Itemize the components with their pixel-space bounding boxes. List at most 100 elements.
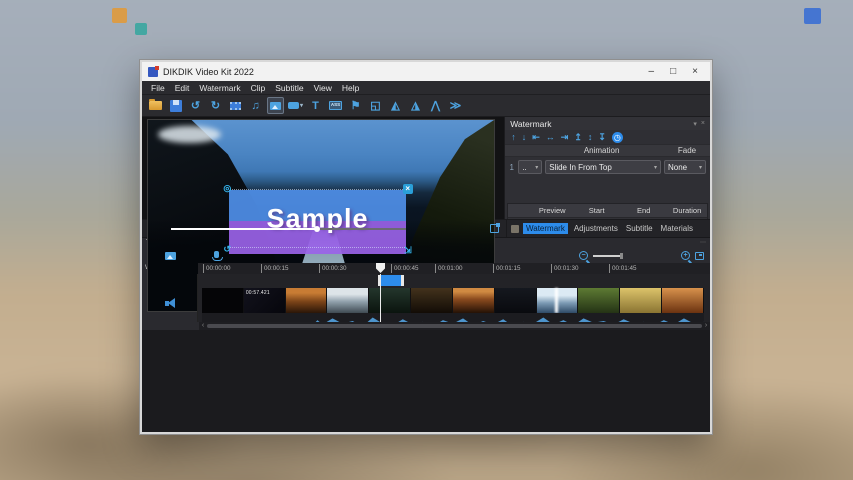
scene-snowcap	[158, 125, 221, 143]
tab-materials[interactable]: Materials	[659, 223, 695, 234]
anchor-handle-icon[interactable]: ◎	[223, 183, 231, 193]
panel-menu-icon[interactable]: ▾	[693, 120, 697, 128]
timeline-ruler[interactable]: 00:00:00 00:00:15 00:00:30 00:00:45 00:0…	[198, 263, 710, 274]
save-button[interactable]	[167, 97, 184, 114]
tab-adjustments[interactable]: Adjustments	[572, 223, 620, 234]
desktop-icon-teal[interactable]	[135, 23, 147, 35]
align-center-icon[interactable]: ↔	[546, 132, 555, 142]
rotate-right-button[interactable]: ◮	[407, 97, 424, 114]
menu-subtitle[interactable]: Subtitle	[270, 83, 308, 93]
transform-button[interactable]: ≫	[447, 97, 464, 114]
align-left-icon[interactable]: ⇤	[532, 132, 540, 143]
ruler-tick: 00:01:30	[551, 264, 579, 273]
timeline-tracks[interactable]: 00:57.421	[198, 274, 710, 322]
status-bar	[142, 330, 710, 432]
video-track[interactable]: 00:57.421	[202, 288, 704, 313]
chevron-down-icon: ▾	[698, 164, 702, 171]
playhead-marker[interactable]	[376, 263, 385, 273]
chevron-down-icon: ▾	[299, 103, 303, 109]
watermark-clip[interactable]	[378, 275, 404, 286]
menu-bar: File Edit Watermark Clip Subtitle View H…	[142, 81, 710, 95]
tab-watermark[interactable]: Watermark	[523, 223, 568, 234]
film-icon	[230, 101, 241, 110]
resize-handle-icon[interactable]: ⇲	[404, 245, 412, 255]
speaker-icon[interactable]	[164, 298, 178, 309]
add-image-button[interactable]	[165, 251, 176, 260]
desktop-icon-orange[interactable]	[112, 8, 127, 23]
video-thumbnail	[202, 288, 244, 313]
image-icon	[165, 251, 176, 260]
minimize-button[interactable]: –	[649, 62, 655, 81]
menu-view[interactable]: View	[309, 83, 337, 93]
panel-close-icon[interactable]: ×	[701, 120, 705, 128]
align-middle-icon[interactable]: ↕	[588, 132, 593, 142]
menu-edit[interactable]: Edit	[170, 83, 195, 93]
app-icon	[148, 65, 159, 77]
video-thumbnail	[494, 288, 537, 313]
redo-button[interactable]: ↻	[207, 97, 224, 114]
video-thumbnail	[369, 288, 412, 313]
scroll-right-icon[interactable]: ›	[703, 322, 709, 330]
zoom-out-icon[interactable]: −	[579, 251, 588, 260]
zoom-slider[interactable]	[593, 252, 623, 259]
close-button[interactable]: ×	[692, 62, 698, 81]
menu-help[interactable]: Help	[337, 83, 364, 93]
fit-timeline-icon[interactable]	[695, 251, 704, 260]
move-up-icon[interactable]: ↑	[511, 132, 516, 142]
ruler-tick: 00:01:00	[435, 264, 463, 273]
add-video-button[interactable]	[227, 97, 244, 114]
fade-dropdown[interactable]: None ▾	[664, 160, 706, 174]
add-text-button[interactable]: T	[307, 97, 324, 114]
align-bottom-icon[interactable]: ↧	[598, 132, 606, 143]
menu-clip[interactable]: Clip	[246, 83, 271, 93]
main-toolbar: ↺ ↻ ♫ ▾ T ASS ⚑ ◱ ◭ ◮ ⋀ ≫	[142, 95, 710, 117]
menu-file[interactable]: File	[146, 83, 170, 93]
title-bar[interactable]: DIKDIK Video Kit 2022 – □ ×	[142, 62, 710, 81]
watermark-selection-box[interactable]: Sample ◎ × ↺ ⇲	[222, 183, 413, 257]
undo-button[interactable]: ↺	[187, 97, 204, 114]
align-right-icon[interactable]: ⇥	[561, 132, 569, 143]
animation-dropdown[interactable]: Slide In From Top ▾	[545, 160, 661, 174]
add-audio-button[interactable]: ♫	[247, 97, 264, 114]
watermark-panel: Watermark ▾ × ↑ ↓ ⇤ ↔ ⇥ ↥ ↕ ↧ ◷ Animatio…	[504, 117, 710, 266]
tab-subtitle[interactable]: Subtitle	[624, 223, 655, 234]
scroll-left-icon[interactable]: ‹	[200, 322, 206, 330]
maximize-button[interactable]: □	[670, 62, 676, 81]
rotate-handle-icon[interactable]: ↺	[223, 244, 231, 254]
watermark-tools: ↑ ↓ ⇤ ↔ ⇥ ↥ ↕ ↧ ◷	[505, 130, 710, 144]
video-thumbnail: 00:57.421	[243, 288, 286, 313]
preset-dropdown[interactable]: .. ▾	[518, 160, 543, 174]
column-preview: Preview	[538, 206, 566, 215]
video-thumbnail	[327, 288, 370, 313]
scrollbar-thumb[interactable]	[207, 324, 702, 328]
menu-watermark[interactable]: Watermark	[194, 83, 245, 93]
flag-marker-button[interactable]: ⚑	[347, 97, 364, 114]
align-top-icon[interactable]: ↥	[574, 132, 582, 143]
timeline-scrollbar[interactable]: ‹ ›	[199, 322, 710, 330]
crop-button[interactable]: ◱	[367, 97, 384, 114]
zoom-in-icon[interactable]: +	[681, 251, 690, 260]
move-down-icon[interactable]: ↓	[522, 132, 527, 142]
open-button[interactable]	[147, 97, 164, 114]
flip-button[interactable]: ⋀	[427, 97, 444, 114]
rotate-left-button[interactable]: ◭	[387, 97, 404, 114]
video-thumbnail	[411, 288, 453, 313]
timeline-options-icon[interactable]: ⋯	[700, 239, 706, 248]
desktop-icon-blue[interactable]	[804, 8, 821, 24]
add-shape-button[interactable]: ▾	[287, 97, 304, 114]
ruler-tick: 00:01:15	[493, 264, 521, 273]
delete-handle-icon[interactable]: ×	[402, 183, 413, 194]
image-icon	[270, 101, 281, 110]
column-duration: Duration	[672, 206, 702, 215]
detach-preview-icon[interactable]	[490, 223, 500, 233]
seek-slider[interactable]	[171, 225, 407, 233]
import-subtitle-button[interactable]: ASS	[327, 97, 344, 114]
ruler-tick: 00:00:00	[203, 264, 231, 273]
microphone-icon	[212, 251, 223, 261]
seek-thumb[interactable]	[314, 225, 321, 232]
playhead-line[interactable]	[380, 274, 381, 322]
fade-column-label: Fade	[677, 146, 697, 155]
window-title: DIKDIK Video Kit 2022	[163, 66, 254, 77]
time-settings-icon[interactable]: ◷	[611, 131, 623, 143]
add-image-button[interactable]	[267, 97, 284, 114]
